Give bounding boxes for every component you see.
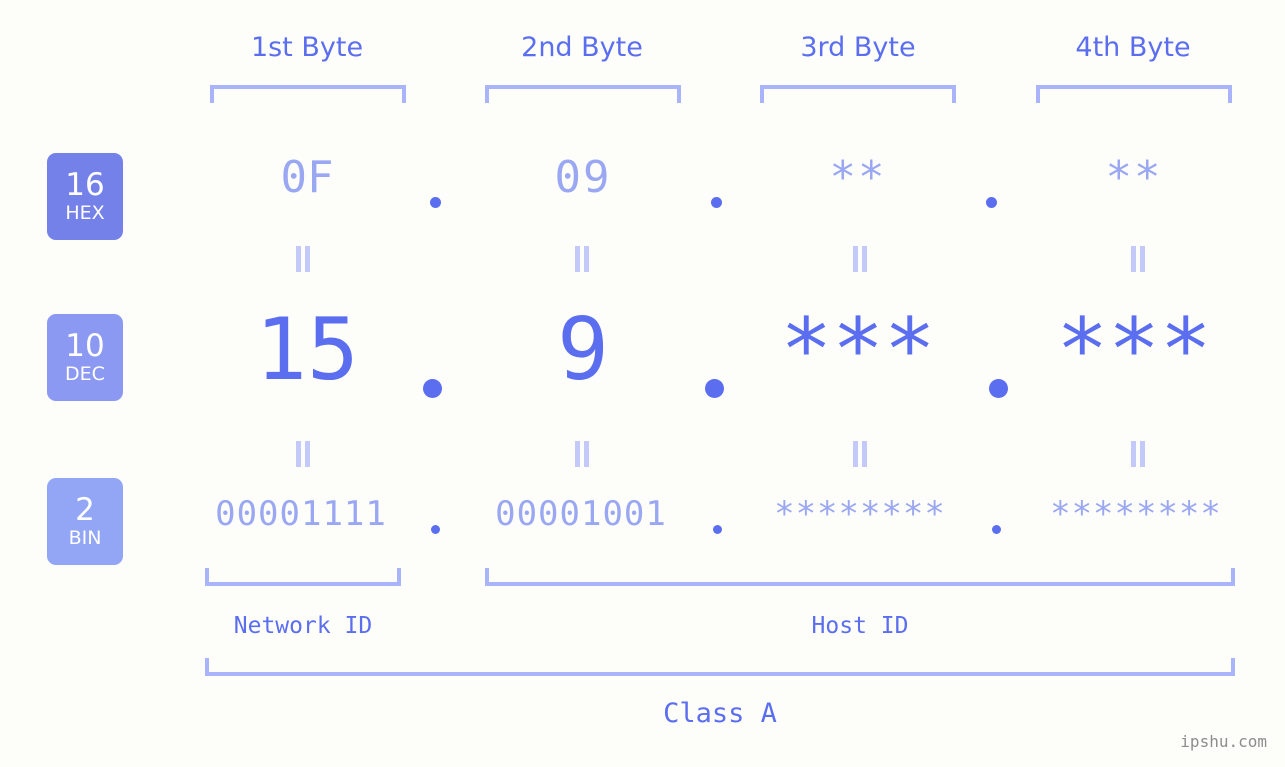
byte-header-2: 2nd Byte [521,32,643,63]
ip-address-diagram: 1st Byte 2nd Byte 3rd Byte 4th Byte 16 H… [0,0,1285,767]
equals-marker-dec-bin-3 [848,441,872,467]
dec-dot-2 [705,379,724,398]
base-badge-hex: 16 HEX [47,153,123,240]
equals-marker-hex-dec-1 [291,246,315,272]
dec-byte-3: *** [780,300,936,400]
hex-dot-3 [986,197,997,208]
byte-bracket-2 [485,85,681,103]
hex-byte-1: 0F [280,152,334,203]
bin-dot-2 [713,525,722,534]
class-bracket [205,658,1235,676]
byte-header-4: 4th Byte [1075,32,1191,63]
class-label: Class A [663,698,777,729]
equals-marker-dec-bin-2 [570,441,594,467]
hex-dot-1 [430,197,441,208]
base-badge-bin: 2 BIN [47,478,123,565]
byte-bracket-4 [1036,85,1232,103]
base-badge-hex-number: 16 [65,167,105,203]
bin-dot-3 [992,525,1001,534]
bin-dot-1 [431,525,440,534]
dec-byte-4: *** [1056,300,1212,400]
network-id-bracket [205,568,401,586]
hex-dot-2 [711,197,722,208]
equals-marker-hex-dec-2 [570,246,594,272]
bin-byte-1: 00001111 [215,494,387,534]
hex-byte-2: 09 [554,152,612,203]
base-badge-dec-number: 10 [65,328,105,364]
equals-marker-dec-bin-1 [291,441,315,467]
byte-header-3: 3rd Byte [800,32,916,63]
host-id-bracket [485,568,1235,586]
byte-bracket-3 [760,85,956,103]
base-badge-hex-abbr: HEX [65,202,105,224]
bin-byte-2: 00001001 [495,494,667,534]
dec-dot-3 [989,379,1008,398]
network-id-label: Network ID [233,613,373,639]
host-id-label: Host ID [811,613,909,639]
bin-byte-3: ******** [774,494,946,534]
watermark: ipshu.com [1180,732,1267,751]
equals-marker-dec-bin-4 [1126,441,1150,467]
dec-dot-1 [423,379,442,398]
base-badge-bin-abbr: BIN [68,527,102,549]
byte-header-1: 1st Byte [250,32,364,63]
bin-byte-4: ******** [1050,494,1222,534]
base-badge-dec: 10 DEC [47,314,123,401]
equals-marker-hex-dec-3 [848,246,872,272]
byte-bracket-1 [210,85,406,103]
base-badge-bin-number: 2 [75,492,95,528]
equals-marker-hex-dec-4 [1126,246,1150,272]
dec-byte-1: 15 [255,300,359,400]
dec-byte-2: 9 [557,300,609,400]
hex-byte-4: ** [1105,152,1163,203]
base-badge-dec-abbr: DEC [65,363,105,385]
hex-byte-3: ** [829,152,887,203]
